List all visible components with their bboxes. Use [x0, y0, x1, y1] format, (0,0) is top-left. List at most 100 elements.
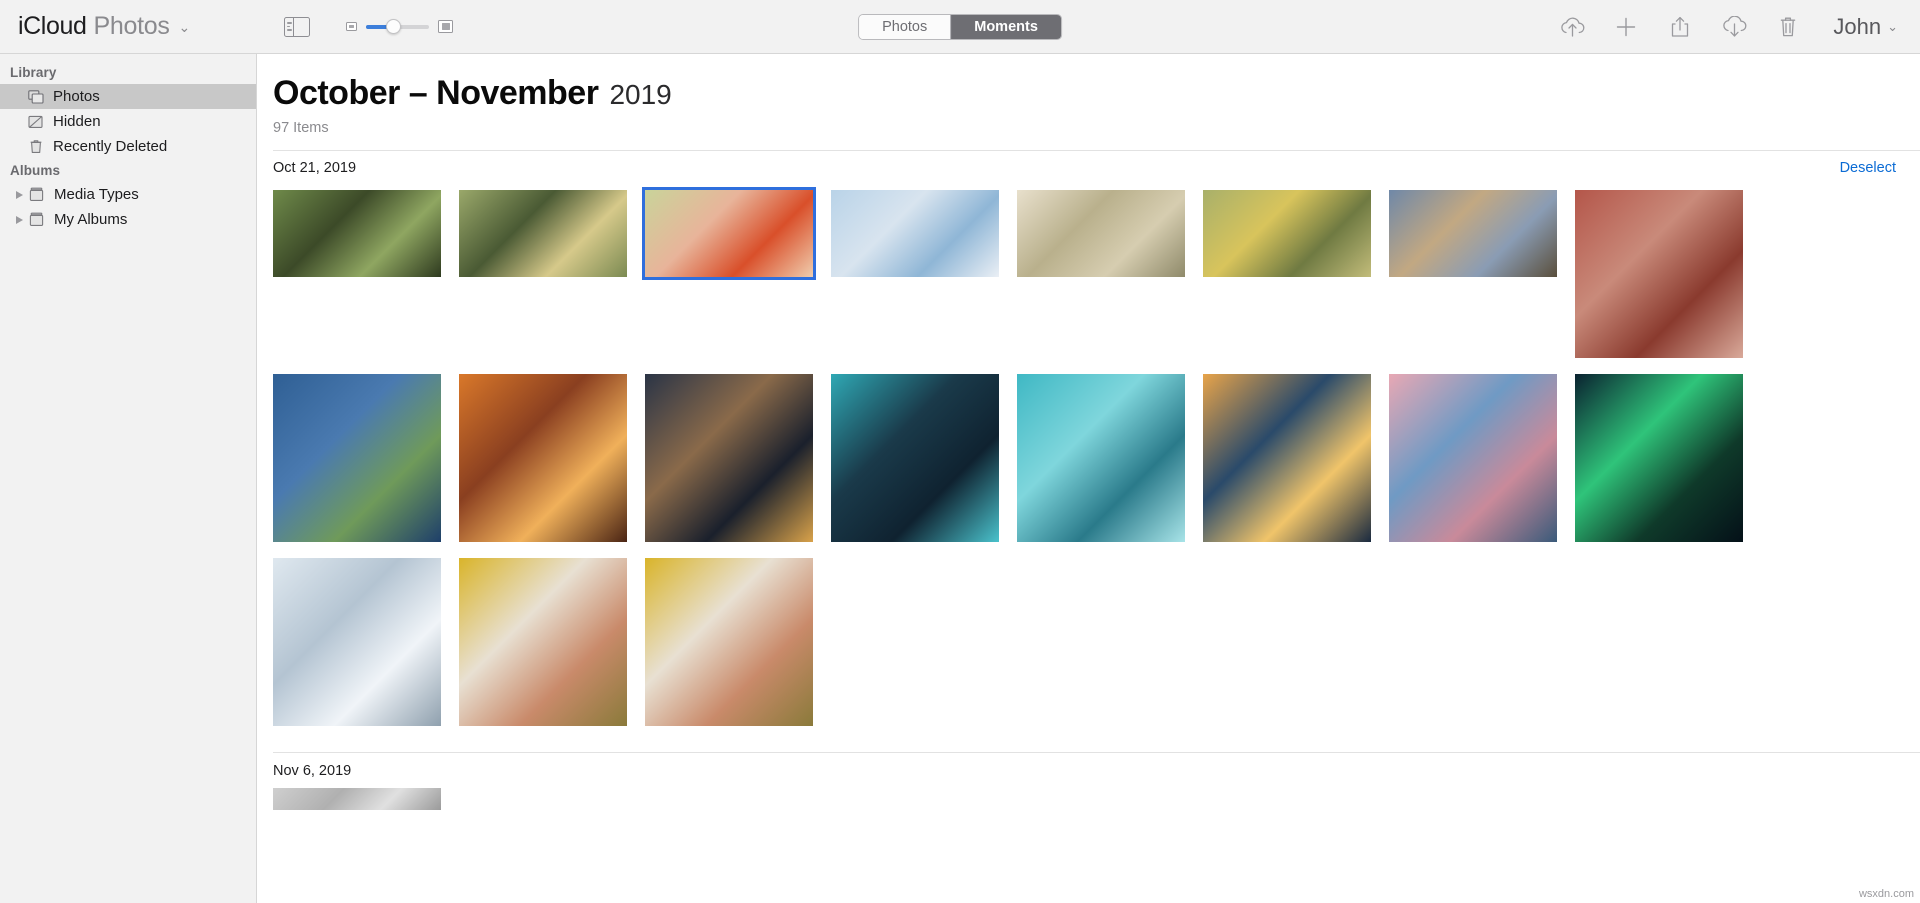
thumbnail-size-control[interactable] [346, 19, 454, 35]
sidebar-toggle-button[interactable] [284, 16, 311, 37]
sidebar-section-library: Library [10, 65, 57, 80]
plus-icon[interactable] [1611, 12, 1641, 42]
photo-ginkgo-window-2 [645, 558, 813, 726]
chevron-down-icon[interactable]: ⌄ [179, 19, 191, 36]
upload-icon[interactable] [1557, 12, 1587, 42]
photo-tile[interactable] [459, 190, 627, 277]
small-thumbnail-icon[interactable] [346, 22, 358, 31]
brand-icloud-label: iCloud [18, 12, 87, 40]
photo-tile[interactable] [642, 187, 816, 280]
photo-tile[interactable] [1389, 190, 1557, 277]
photo-tile[interactable] [645, 558, 813, 726]
photo-tile[interactable] [1575, 190, 1743, 358]
photo-tile[interactable] [1575, 374, 1743, 542]
trash-icon[interactable] [1773, 12, 1803, 42]
sidebar-item-hidden[interactable]: Hidden [0, 109, 256, 134]
moment-group-oct-21: Oct 21, 2019 Deselect [273, 150, 1920, 726]
photo-pink-clouds-lake [1389, 374, 1557, 542]
photo-tile[interactable] [273, 190, 441, 277]
album-folder-icon [28, 187, 45, 202]
sidebar-item-my-albums[interactable]: My Albums [0, 207, 256, 232]
photo-desert-road [1389, 190, 1557, 277]
view-mode-segmented-control: Photos Moments [858, 13, 1062, 40]
photo-tile[interactable] [645, 374, 813, 542]
sidebar-item-label: Media Types [54, 186, 139, 203]
photo-tile[interactable] [273, 374, 441, 542]
group-date-label: Oct 21, 2019 [273, 160, 357, 176]
photo-tile[interactable] [831, 374, 999, 542]
icloud-photos-app: iCloud Photos ⌄ Photos Moments John ⌄ Li… [0, 0, 1920, 903]
sidebar-item-recently-deleted[interactable]: Recently Deleted [0, 134, 256, 159]
download-icon[interactable] [1719, 12, 1749, 42]
item-count-label: 97 Items [273, 120, 329, 136]
sidebar-item-label: Hidden [53, 113, 101, 130]
body: Library Photos Hidden Recently Deleted A… [0, 54, 1920, 903]
photo-birdhouse-autumn [273, 190, 441, 277]
photo-tile[interactable] [1203, 190, 1371, 277]
photo-aurora-green [1575, 374, 1743, 542]
photo-city-skyline-dusk [831, 374, 999, 542]
sidebar-item-label: Recently Deleted [53, 138, 168, 155]
photo-pink-blossom-wall [1575, 190, 1743, 358]
photo-yellow-rose [1203, 190, 1371, 277]
page-title-year: 2019 [609, 79, 672, 110]
page-header: October – November 2019 97 Items [273, 54, 1920, 136]
sidebar-section-albums: Albums [10, 163, 61, 178]
deselect-button[interactable]: Deselect [1840, 160, 1896, 176]
photo-eiffel-tower-sunset [1203, 374, 1371, 542]
photo-tile[interactable] [831, 190, 999, 277]
app-brand[interactable]: iCloud Photos ⌄ [18, 12, 190, 41]
photo-white-rose [1017, 190, 1185, 277]
disclosure-triangle-icon[interactable] [14, 189, 25, 200]
tab-moments[interactable]: Moments [950, 14, 1061, 39]
sidebar-item-photos[interactable]: Photos [0, 84, 256, 109]
large-thumbnail-icon[interactable] [438, 20, 454, 33]
chevron-down-icon: ⌄ [1887, 18, 1898, 34]
sidebar-toggle-icon [284, 16, 311, 37]
photo-ginkgo-window-1 [459, 558, 627, 726]
page-title-range: October – November [273, 74, 599, 112]
group-date-label: Nov 6, 2019 [273, 763, 352, 779]
disclosure-triangle-icon[interactable] [14, 214, 25, 225]
trash-icon [27, 139, 44, 154]
tab-photos[interactable]: Photos [859, 14, 951, 39]
photo-tile[interactable] [1017, 374, 1185, 542]
toolbar-actions: John ⌄ [1557, 12, 1898, 42]
photo-winter-forest-snow [273, 558, 441, 726]
sidebar: Library Photos Hidden Recently Deleted A… [0, 54, 257, 903]
photo-tile[interactable] [459, 374, 627, 542]
photo-library-main: October – November 2019 97 Items Oct 21,… [257, 54, 1920, 903]
sidebar-item-media-types[interactable]: Media Types [0, 182, 256, 207]
thumbnail-size-slider[interactable] [366, 19, 430, 35]
photo-grid [273, 184, 1920, 726]
photos-stack-icon [27, 89, 44, 104]
photo-night-city-street [645, 374, 813, 542]
photo-sky-pastel [831, 190, 999, 277]
watermark: wsxdn.com [1858, 888, 1914, 900]
share-icon[interactable] [1665, 12, 1695, 42]
photo-grid-partial [273, 780, 1920, 810]
moment-group-nov-6: Nov 6, 2019 [273, 752, 1920, 810]
photo-sunset-street [459, 374, 627, 542]
account-menu[interactable]: John ⌄ [1833, 14, 1898, 40]
photo-next-group-1 [273, 788, 441, 810]
photo-tile[interactable] [273, 788, 441, 810]
brand-photos-label: Photos [93, 12, 170, 40]
photo-heart-island [1017, 374, 1185, 542]
photo-tiny-planet-castle [273, 374, 441, 542]
photo-tile[interactable] [1017, 190, 1185, 277]
photo-tree-blossom [459, 190, 627, 277]
photo-tile[interactable] [1389, 374, 1557, 542]
album-folder-icon [28, 212, 45, 227]
group-header: Oct 21, 2019 Deselect [273, 150, 1920, 184]
hidden-icon [27, 115, 44, 129]
account-name-label: John [1833, 13, 1882, 39]
photo-tile[interactable] [273, 558, 441, 726]
photo-red-leaf-hand [645, 190, 813, 277]
sidebar-item-label: My Albums [54, 211, 128, 228]
toolbar: iCloud Photos ⌄ Photos Moments John ⌄ [0, 0, 1920, 54]
photo-tile[interactable] [459, 558, 627, 726]
photo-tile[interactable] [1203, 374, 1371, 542]
sidebar-item-label: Photos [53, 88, 100, 105]
page-title: October – November 2019 [273, 74, 1920, 113]
